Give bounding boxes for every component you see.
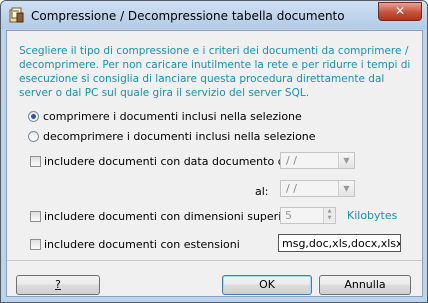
spin-up-icon[interactable]: ▲ [324,208,335,215]
spinner-arrows[interactable]: ▲ ▼ [323,208,335,223]
dialog-body: Scegliere il tipo di compressione e i cr… [6,30,423,297]
dialog-window: Compressione / Decompressione tabella do… [0,0,428,303]
extension-filter-option[interactable]: includere documenti con estensioni [30,238,240,251]
size-filter-option[interactable]: includere documenti con dimensioni super… [30,210,306,223]
cancel-button[interactable]: Annulla [319,275,411,295]
decompress-label: decomprimere i documenti inclusi nella s… [43,130,316,143]
close-button[interactable]: ✕ [378,2,422,21]
document-compress-icon [9,7,24,23]
chevron-down-icon[interactable]: ▼ [338,181,354,196]
date-to-value: / / [286,182,297,195]
size-value: 5 [285,209,292,222]
ok-button[interactable]: OK [222,275,312,295]
date-to-label: al: [255,185,269,198]
spin-down-icon[interactable]: ▼ [324,215,335,222]
decompress-radio[interactable] [28,131,39,142]
help-button-label: ? [55,278,61,291]
extensions-input[interactable]: msg,doc,xls,docx,xlsx [278,234,401,252]
date-to-picker[interactable]: / / ▼ [280,180,355,197]
help-button[interactable]: ? [16,275,100,295]
compress-radio[interactable] [28,111,39,122]
size-spinner[interactable]: 5 ▲ ▼ [280,207,336,224]
date-filter-checkbox[interactable] [30,156,41,167]
size-filter-checkbox[interactable] [30,211,41,222]
size-filter-label: includere documenti con dimensioni super… [44,210,306,223]
description-text: Scegliere il tipo di compressione e i cr… [19,45,411,99]
date-from-value: / / [286,154,297,167]
extension-filter-label: includere documenti con estensioni [44,238,240,251]
separator [7,260,422,261]
decompress-option[interactable]: decomprimere i documenti inclusi nella s… [28,130,316,143]
chevron-down-icon[interactable]: ▼ [338,153,354,168]
date-filter-option[interactable]: includere documenti con data documento d… [30,155,298,168]
date-filter-label: includere documenti con data documento d… [44,155,299,168]
title-bar[interactable]: Compressione / Decompressione tabella do… [1,1,427,29]
date-from-picker[interactable]: / / ▼ [280,152,355,169]
extension-filter-checkbox[interactable] [30,239,41,250]
close-icon: ✕ [394,4,406,18]
size-unit-label: Kilobytes [347,209,398,222]
compress-option[interactable]: comprimere i documenti inclusi nella sel… [28,110,302,123]
window-title: Compressione / Decompressione tabella do… [31,9,345,23]
compress-label: comprimere i documenti inclusi nella sel… [43,110,302,123]
